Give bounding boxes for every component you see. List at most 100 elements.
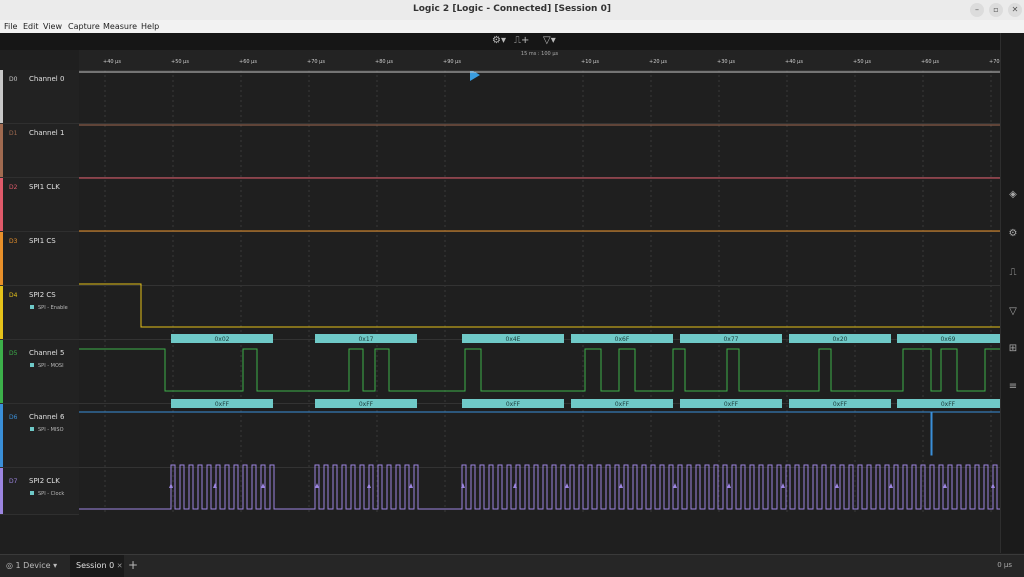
miso-byte-label: 0xFF (833, 401, 848, 408)
window-title: Logic 2 [Logic - Connected] [Session 0] (413, 4, 611, 14)
channel-row-d7[interactable]: D7 SPI2 CLK SPI - Clock (0, 468, 79, 515)
mosi-decoded-bubbles[interactable]: 0x02 0x17 0x4E 0x6F 0x77 0x20 0x69 (171, 334, 1000, 343)
extensions-icon[interactable]: ⊞ (1007, 343, 1019, 355)
status-bar: ◎ 1 Device ▾ Session 0 ✕ + 0 µs (0, 554, 1024, 577)
channel-name: Channel 1 (29, 129, 65, 137)
channel-row-d4[interactable]: D4 SPI2 CS SPI - Enable (0, 286, 79, 340)
ruler-tick: +60 µs (921, 59, 939, 65)
timer-readout: 0 µs (997, 561, 1012, 569)
channel-color-strip (0, 232, 3, 285)
analyzer-name: SPI - Enable (38, 305, 68, 311)
mosi-byte-label: 0x69 (940, 336, 955, 343)
close-tab-icon[interactable]: ✕ (117, 562, 123, 570)
ruler-tick: +20 µs (649, 59, 667, 65)
miso-byte-label: 0xFF (359, 401, 374, 408)
channel-row-d2[interactable]: D2 SPI1 CLK (0, 178, 79, 232)
mosi-byte-label: 0x6F (615, 336, 630, 343)
d7-waveform (79, 464, 1000, 510)
device-selector[interactable]: ◎ 1 Device ▾ (6, 561, 57, 570)
row-separators (79, 123, 1000, 468)
d6-waveform (79, 411, 1000, 456)
device-label: 1 Device (15, 561, 51, 570)
device-settings-sidebar-icon[interactable]: ⚙ (1007, 228, 1019, 240)
channel-name: SPI1 CLK (29, 183, 60, 191)
menu-help[interactable]: Help (141, 22, 159, 31)
channel-number: D6 (9, 414, 18, 421)
menu-capture[interactable]: Capture (68, 22, 100, 31)
analyzer-label[interactable]: SPI - MOSI (30, 363, 64, 369)
menu-edit[interactable]: Edit (23, 22, 39, 31)
channel-row-d1[interactable]: D1 Channel 1 (0, 124, 79, 178)
layers-icon[interactable]: ◈ (1007, 189, 1019, 201)
close-icon[interactable]: ✕ (1008, 3, 1022, 17)
mosi-byte-label: 0x02 (214, 336, 229, 343)
add-session-icon[interactable]: + (128, 558, 138, 572)
analyzer-color-swatch (30, 305, 34, 309)
ruler-tick: +40 µs (785, 59, 803, 65)
channel-name: SPI2 CS (29, 291, 56, 299)
tab-session-0[interactable]: Session 0 ✕ (70, 555, 124, 577)
ruler-tick: +40 µs (103, 59, 121, 65)
menu-file[interactable]: File (4, 22, 17, 31)
channel-color-strip (0, 468, 3, 514)
zoom-scale: 15 ms : 100 µs (520, 51, 559, 57)
miso-byte-label: 0xFF (724, 401, 739, 408)
mosi-byte-label: 0x77 (723, 336, 738, 343)
d5-waveform (79, 348, 1000, 392)
waveform-area[interactable]: 0x02 0x17 0x4E 0x6F 0x77 0x20 0x69 0xFF … (79, 70, 1000, 514)
channel-number: D5 (9, 350, 18, 357)
channel-number: D3 (9, 238, 18, 245)
channel-name: SPI2 CLK (29, 477, 60, 485)
device-settings-icon[interactable]: ⚙▾ (492, 35, 506, 46)
channel-name: Channel 6 (29, 413, 65, 421)
channel-name: SPI1 CS (29, 237, 56, 245)
session-label: Session 0 (76, 561, 115, 570)
time-gridlines (104, 70, 992, 514)
channel-row-d5[interactable]: D5 Channel 5 SPI - MOSI (0, 340, 79, 404)
channel-row-d0[interactable]: D0 Channel 0 (0, 70, 79, 124)
channel-color-strip (0, 124, 3, 177)
miso-byte-label: 0xFF (215, 401, 230, 408)
menu-view[interactable]: View (43, 22, 62, 31)
title-bar: Logic 2 [Logic - Connected] [Session 0] … (0, 0, 1024, 20)
analyzer-color-swatch (30, 427, 34, 431)
mosi-byte-label: 0x17 (358, 336, 373, 343)
channel-name: Channel 0 (29, 75, 65, 83)
trigger-sidebar-icon[interactable]: ▽ (1007, 306, 1019, 318)
analyzer-label[interactable]: SPI - Enable (30, 305, 68, 311)
analyzer-icon[interactable]: ⎍+ (514, 35, 529, 46)
channel-number: D0 (9, 76, 18, 83)
maximize-icon[interactable]: ▫ (989, 3, 1003, 17)
channel-color-strip (0, 340, 3, 403)
channel-number: D4 (9, 292, 18, 299)
analyzers-sidebar-icon[interactable]: ⎍ (1007, 267, 1019, 279)
channel-name: Channel 5 (29, 349, 65, 357)
mosi-byte-label: 0x4E (506, 336, 521, 343)
menu-bar: File Edit View Capture Measure Help (0, 20, 1024, 33)
mosi-byte-label: 0x20 (832, 336, 847, 343)
ruler-tick: +30 µs (717, 59, 735, 65)
minimize-icon[interactable]: – (970, 3, 984, 17)
ruler-tick: +50 µs (853, 59, 871, 65)
notes-icon[interactable]: ≡ (1007, 381, 1019, 393)
channel-color-strip (0, 178, 3, 231)
right-sidebar: ◈ ⚙ ⎍ ▽ ⊞ ≡ (1000, 33, 1024, 553)
channel-color-strip (0, 286, 3, 339)
channel-row-d3[interactable]: D3 SPI1 CS (0, 232, 79, 286)
ruler-tick: +10 µs (581, 59, 599, 65)
ruler-tick: +90 µs (443, 59, 461, 65)
channel-color-strip (0, 404, 3, 467)
channel-row-d6[interactable]: D6 Channel 6 SPI - MISO (0, 404, 79, 468)
channel-number: D2 (9, 184, 18, 191)
toolbar: ⚙▾ ⎍+ ▽▾ (0, 33, 1000, 81)
analyzer-name: SPI - Clock (38, 491, 65, 497)
analyzer-label[interactable]: SPI - Clock (30, 491, 64, 497)
ruler-tick: +50 µs (171, 59, 189, 65)
empty-waveform-space (79, 514, 1000, 554)
trigger-icon[interactable]: ▽▾ (543, 35, 556, 46)
menu-measure[interactable]: Measure (103, 22, 137, 31)
time-ruler[interactable]: 15 ms : 100 µs +40 µs +50 µs +60 µs +70 … (79, 50, 1000, 71)
analyzer-label[interactable]: SPI - MISO (30, 427, 64, 433)
analyzer-name: SPI - MOSI (38, 363, 64, 369)
ruler-tick: +70 (989, 59, 1000, 65)
